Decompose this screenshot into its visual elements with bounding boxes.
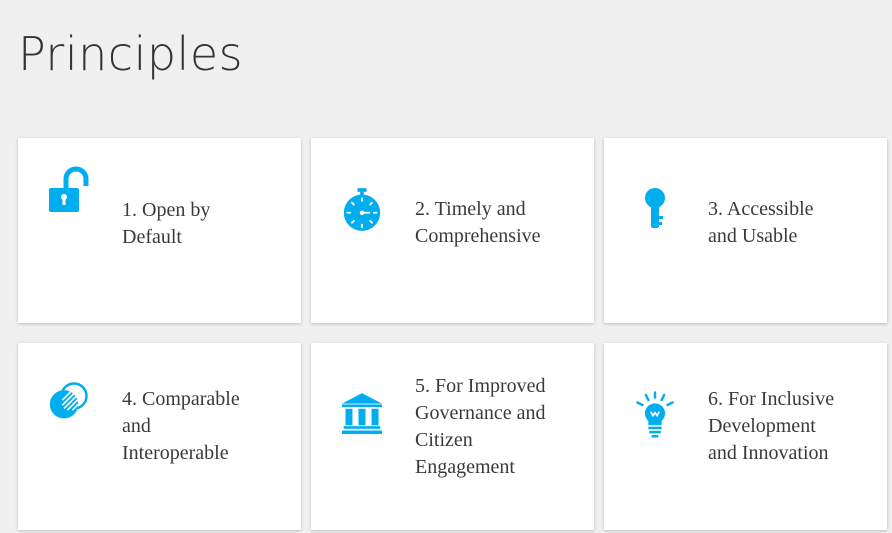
lightbulb-icon bbox=[635, 387, 675, 443]
key-icon bbox=[635, 188, 675, 230]
principle-label: 6. For Inclusive Development and Innovat… bbox=[708, 388, 835, 464]
principle-label: 5. For Improved Governance and Citizen E… bbox=[415, 375, 546, 478]
principle-label: 2. Timely and Comprehensive bbox=[415, 198, 541, 247]
page-title: Principles bbox=[18, 27, 244, 81]
principles-grid: 1. Open by Default 2. Timely and Compreh… bbox=[18, 138, 888, 530]
principle-card-comparable-and-interoperable[interactable]: 4. Comparable and Interoperable bbox=[18, 343, 301, 530]
principle-card-open-by-default[interactable]: 1. Open by Default bbox=[18, 138, 301, 323]
principle-card-accessible-and-usable[interactable]: 3. Accessible and Usable bbox=[604, 138, 887, 323]
principle-label: 4. Comparable and Interoperable bbox=[122, 388, 240, 464]
principle-label: 3. Accessible and Usable bbox=[708, 198, 814, 247]
stopwatch-icon bbox=[342, 186, 382, 234]
overlapping-circles-icon bbox=[49, 378, 89, 424]
principle-label: 1. Open by Default bbox=[122, 199, 211, 248]
principle-card-improved-governance[interactable]: 5. For Improved Governance and Citizen E… bbox=[311, 343, 594, 530]
principle-card-inclusive-development[interactable]: 6. For Inclusive Development and Innovat… bbox=[604, 343, 887, 530]
open-lock-icon bbox=[49, 166, 89, 214]
government-building-icon bbox=[342, 390, 382, 438]
principle-card-timely-and-comprehensive[interactable]: 2. Timely and Comprehensive bbox=[311, 138, 594, 323]
